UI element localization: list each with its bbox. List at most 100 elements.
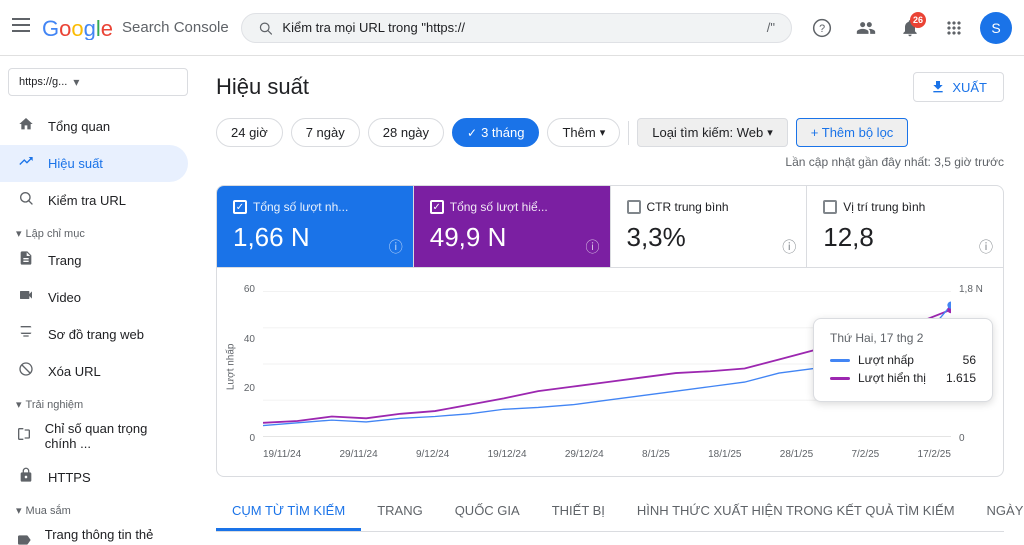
url-inspection-icon xyxy=(16,190,36,211)
hamburger-menu[interactable] xyxy=(12,16,30,39)
stat-info-impressions[interactable]: ⓘ xyxy=(586,237,600,257)
stat-info-ctr[interactable]: ⓘ xyxy=(782,237,796,257)
stat-card-impressions[interactable]: Tổng số lượt hiể... 49,9 N ⓘ xyxy=(414,186,611,267)
sitemap-icon xyxy=(16,324,36,345)
tooltip-line-impressions xyxy=(830,377,850,380)
sidebar-item-shopping[interactable]: Trang thông tin thẻ mua ... xyxy=(0,519,188,545)
sidebar-item-core-vitals[interactable]: Chỉ số quan trọng chính ... xyxy=(0,413,188,459)
sidebar-item-overview[interactable]: Tổng quan xyxy=(0,108,188,145)
section-experience: ▾ Trải nghiệm xyxy=(0,390,196,413)
filter-more-label: Thêm xyxy=(562,125,595,140)
filter-more[interactable]: Thêm ▾ xyxy=(547,118,620,147)
tab-search-appearance[interactable]: HÌNH THỨC XUẤT HIỆN TRONG KẾT QUẢ TÌM KI… xyxy=(621,493,971,531)
nav-label-https: HTTPS xyxy=(48,470,91,485)
search-bar[interactable]: /" xyxy=(241,13,792,43)
stat-value-ctr: 3,3% xyxy=(627,222,791,253)
section-shopping-label: Mua sắm xyxy=(26,505,71,517)
site-selector[interactable]: https://g... ▾ xyxy=(8,68,188,96)
sidebar-item-video[interactable]: Video xyxy=(0,279,188,316)
sidebar-item-performance[interactable]: Hiệu suất xyxy=(0,145,188,182)
search-type-filter[interactable]: Loại tìm kiếm: Web ▾ xyxy=(637,118,788,147)
tooltip-label-impressions: Lượt hiển thị xyxy=(858,371,938,385)
tooltip-val-clicks: 56 xyxy=(963,353,976,367)
y-right-tick-3: 0 xyxy=(959,433,987,444)
section-experience-label: Trải nghiệm xyxy=(26,399,84,411)
x-label-3: 19/12/24 xyxy=(488,449,527,460)
stat-checkbox-ctr[interactable] xyxy=(627,200,641,214)
x-label-5: 8/1/25 xyxy=(642,449,670,460)
filter-24h[interactable]: 24 giờ xyxy=(216,118,283,147)
stat-checkbox-clicks[interactable] xyxy=(233,200,247,214)
export-button[interactable]: XUẤT xyxy=(913,72,1004,102)
filter-3m-label: 3 tháng xyxy=(481,125,524,140)
stat-checkbox-position[interactable] xyxy=(823,200,837,214)
add-filter-button[interactable]: + Thêm bộ lọc xyxy=(796,118,909,147)
notifications-button[interactable]: 26 xyxy=(892,10,928,46)
stat-card-clicks-header: Tổng số lượt nh... xyxy=(233,200,397,214)
nav-label-vitals: Chỉ số quan trọng chính ... xyxy=(45,421,172,451)
stat-value-clicks: 1,66 N xyxy=(233,222,397,253)
chart-y-left: Lượt nhấp 60 40 20 0 xyxy=(233,284,259,444)
stats-row: Tổng số lượt nh... 1,66 N ⓘ Tổng số lượt… xyxy=(216,185,1004,268)
search-url-end: /" xyxy=(767,20,775,35)
pages-icon xyxy=(16,250,36,271)
chevron-down-icon: ▾ xyxy=(73,75,79,89)
remove-url-icon xyxy=(16,361,36,382)
avatar[interactable]: S xyxy=(980,12,1012,44)
stat-info-clicks[interactable]: ⓘ xyxy=(389,237,403,257)
tab-dates[interactable]: NGÀY xyxy=(971,493,1024,531)
export-label: XUẤT xyxy=(952,80,987,95)
site-url: https://g... xyxy=(19,76,67,88)
tooltip-line-clicks xyxy=(830,359,850,362)
nav-label-url-inspection: Kiểm tra URL xyxy=(48,193,126,208)
help-button[interactable]: ? xyxy=(804,10,840,46)
tab-devices[interactable]: THIẾT BỊ xyxy=(536,493,621,531)
filter-3m[interactable]: ✓ 3 tháng xyxy=(452,118,539,147)
stat-card-clicks[interactable]: Tổng số lượt nh... 1,66 N ⓘ xyxy=(217,186,414,267)
chevron-more-icon: ▾ xyxy=(600,126,606,139)
sidebar-item-url-inspection[interactable]: Kiểm tra URL xyxy=(0,182,188,219)
nav-label-sitemap: Sơ đồ trang web xyxy=(48,327,144,342)
content-area: Hiệu suất XUẤT 24 giờ 7 ngày 28 ngày ✓ 3… xyxy=(196,56,1024,545)
x-label-0: 19/11/24 xyxy=(263,449,301,460)
stat-value-position: 12,8 xyxy=(823,222,987,253)
sidebar-item-https[interactable]: HTTPS xyxy=(0,459,188,496)
nav-label-pages: Trang xyxy=(48,253,81,268)
performance-icon xyxy=(16,153,36,174)
search-icon xyxy=(258,20,273,36)
apps-button[interactable] xyxy=(936,10,972,46)
x-label-6: 18/1/25 xyxy=(708,449,741,460)
filter-7d[interactable]: 7 ngày xyxy=(291,118,360,147)
filter-28d[interactable]: 28 ngày xyxy=(368,118,444,147)
stat-label-ctr: CTR trung bình xyxy=(647,200,729,214)
sidebar-item-sitemap[interactable]: Sơ đồ trang web xyxy=(0,316,188,353)
svg-text:Google: Google xyxy=(42,16,113,40)
y-tick-60: 60 xyxy=(233,284,255,295)
stats-chart-container: Tổng số lượt nh... 1,66 N ⓘ Tổng số lượt… xyxy=(216,185,1004,477)
search-input[interactable] xyxy=(282,20,756,35)
tooltip-val-impressions: 1.615 xyxy=(946,371,976,385)
product-name: Search Console xyxy=(122,19,229,36)
sidebar-item-pages[interactable]: Trang xyxy=(0,242,188,279)
stat-checkbox-impressions[interactable] xyxy=(430,200,444,214)
stat-card-ctr[interactable]: CTR trung bình 3,3% ⓘ xyxy=(611,186,808,267)
chevron-experience-icon: ▾ xyxy=(16,398,22,411)
last-update: Lần cập nhật gần đây nhất: 3,5 giờ trước xyxy=(785,155,1004,169)
stat-info-position[interactable]: ⓘ xyxy=(979,237,993,257)
sidebar: https://g... ▾ Tổng quan Hiệu suất Kiể xyxy=(0,56,196,545)
tab-countries[interactable]: QUỐC GIA xyxy=(439,493,536,531)
tooltip: Thứ Hai, 17 thg 2 Lượt nhấp 56 Lượt hiển… xyxy=(813,318,993,402)
chevron-shopping-icon: ▾ xyxy=(16,504,22,517)
users-button[interactable] xyxy=(848,10,884,46)
section-indexing: ▾ Lập chỉ mục xyxy=(0,219,196,242)
chevron-section-icon: ▾ xyxy=(16,227,22,240)
stat-card-ctr-header: CTR trung bình xyxy=(627,200,791,214)
x-label-4: 29/12/24 xyxy=(565,449,604,460)
tab-pages[interactable]: TRANG xyxy=(361,493,439,531)
top-right-actions: ? 26 S xyxy=(804,10,1012,46)
stat-card-position[interactable]: Vị trí trung bình 12,8 ⓘ xyxy=(807,186,1003,267)
sidebar-item-remove-url[interactable]: Xóa URL xyxy=(0,353,188,390)
tab-search-queries[interactable]: CỤM TỪ TÌM KIẾM xyxy=(216,493,361,531)
shopping-icon xyxy=(16,532,33,545)
https-icon xyxy=(16,467,36,488)
